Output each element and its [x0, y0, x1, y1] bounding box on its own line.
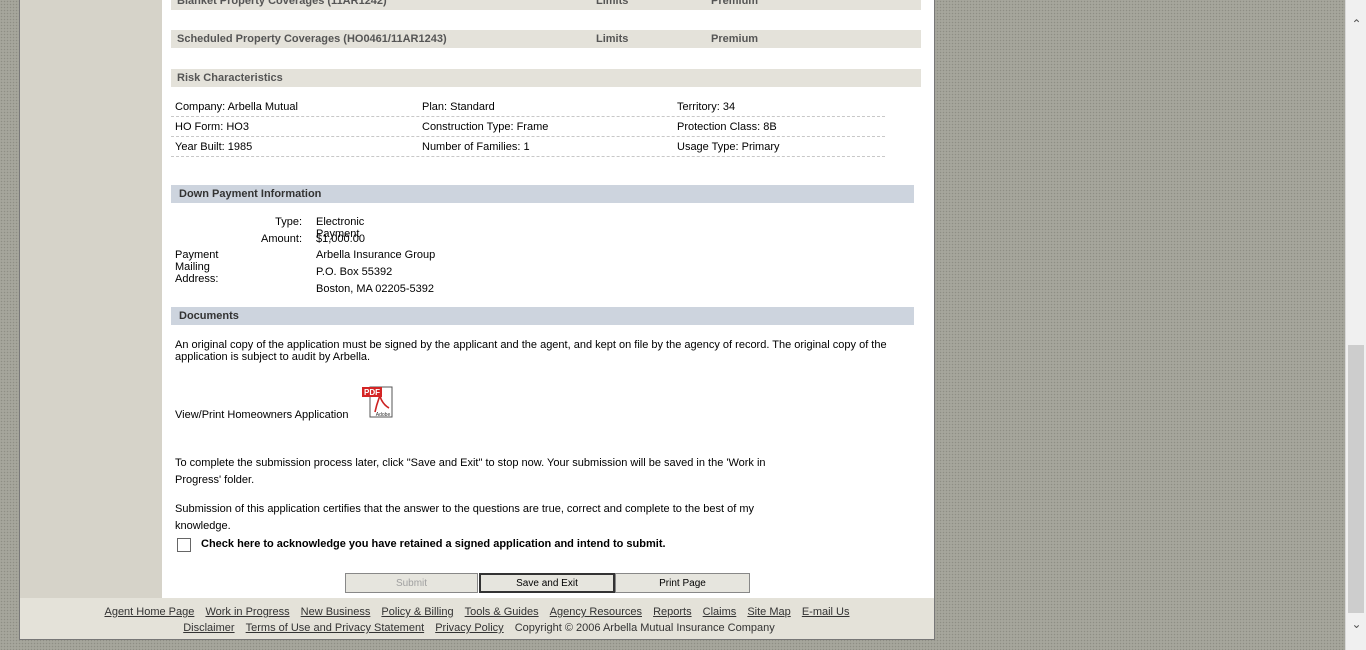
content-area: Blanket Property Coverages (11AR1242) Li… [171, 0, 923, 598]
scheduled-premium-label: Premium [711, 33, 759, 45]
main-page: Blanket Property Coverages (11AR1242) Li… [19, 0, 935, 640]
certification-note: Submission of this application certifies… [175, 503, 755, 532]
pdf-icon[interactable]: PDF Adobe [362, 386, 394, 418]
risk-cell: Year Built: 1985 [175, 141, 253, 153]
risk-cell: Territory: 34 [677, 101, 736, 113]
risk-cell: Plan: Standard [422, 101, 495, 113]
print-page-button[interactable]: Print Page [615, 573, 750, 593]
view-print-application-label[interactable]: View/Print Homeowners Application [175, 409, 348, 421]
footer-link-tools-guides[interactable]: Tools & Guides [465, 606, 539, 618]
pdf-icon-label: PDF [364, 388, 380, 397]
blanket-limits-label: Limits [596, 0, 629, 7]
documents-header: Documents [171, 307, 914, 325]
scheduled-limits-label: Limits [596, 33, 629, 45]
save-and-exit-button[interactable]: Save and Exit [479, 573, 615, 593]
footer-nav-primary: Agent Home Page Work in Progress New Bus… [20, 606, 934, 618]
risk-characteristics-table: Company: Arbella Mutual Plan: Standard T… [171, 97, 885, 157]
footer-link-disclaimer[interactable]: Disclaimer [183, 622, 234, 634]
footer-link-policy-billing[interactable]: Policy & Billing [381, 606, 453, 618]
risk-cell: Construction Type: Frame [422, 121, 549, 133]
footer-link-work-in-progress[interactable]: Work in Progress [205, 606, 289, 618]
payment-amount-value: $1,000.00 [316, 233, 365, 245]
risk-characteristics-header: Risk Characteristics [171, 69, 921, 87]
mailing-address-line: P.O. Box 55392 [316, 266, 393, 278]
footer-link-site-map[interactable]: Site Map [747, 606, 790, 618]
footer-link-email-us[interactable]: E-mail Us [802, 606, 850, 618]
payment-type-label: Type: [275, 216, 302, 228]
scheduled-coverages-header: Scheduled Property Coverages (HO0461/11A… [171, 30, 921, 48]
documents-title: Documents [179, 310, 239, 322]
down-payment-title: Down Payment Information [179, 188, 322, 200]
footer-link-privacy-policy[interactable]: Privacy Policy [435, 622, 503, 634]
vertical-scrollbar[interactable]: ⌃ ⌄ [1345, 0, 1366, 650]
mailing-address-line: Boston, MA 02205-5392 [316, 283, 435, 295]
risk-cell: Company: Arbella Mutual [175, 101, 298, 113]
down-payment-header: Down Payment Information [171, 185, 914, 203]
risk-cell: Protection Class: 8B [677, 121, 777, 133]
footer-link-agent-home[interactable]: Agent Home Page [104, 606, 194, 618]
scrollbar-thumb[interactable] [1348, 345, 1364, 613]
footer-nav-secondary: Disclaimer Terms of Use and Privacy Stat… [20, 622, 934, 634]
blanket-coverages-header: Blanket Property Coverages (11AR1242) Li… [171, 0, 921, 10]
footer-link-reports[interactable]: Reports [653, 606, 692, 618]
blanket-coverages-title: Blanket Property Coverages (11AR1242) [177, 0, 387, 7]
save-exit-note: To complete the submission process later… [175, 457, 766, 486]
footer: Agent Home Page Work in Progress New Bus… [20, 598, 934, 639]
acknowledge-label: Check here to acknowledge you have retai… [201, 538, 666, 550]
submit-button[interactable]: Submit [345, 573, 478, 593]
risk-row: HO Form: HO3 Construction Type: Frame Pr… [171, 117, 885, 137]
acknowledge-checkbox[interactable] [177, 538, 191, 552]
risk-cell: HO Form: HO3 [175, 121, 249, 133]
left-sidebar-panel [20, 0, 162, 598]
footer-link-agency-resources[interactable]: Agency Resources [550, 606, 642, 618]
footer-link-terms[interactable]: Terms of Use and Privacy Statement [246, 622, 425, 634]
mailing-address-line: Arbella Insurance Group [316, 249, 436, 261]
footer-link-new-business[interactable]: New Business [301, 606, 371, 618]
scroll-up-arrow-icon[interactable]: ⌃ [1346, 14, 1366, 34]
scheduled-coverages-title: Scheduled Property Coverages (HO0461/11A… [177, 33, 447, 45]
signature-notice: An original copy of the application must… [175, 339, 887, 363]
pdf-icon-sublabel: Adobe [376, 412, 391, 418]
blanket-premium-label: Premium [711, 0, 759, 7]
scroll-down-arrow-icon[interactable]: ⌄ [1346, 614, 1366, 634]
footer-link-claims[interactable]: Claims [703, 606, 737, 618]
risk-cell: Number of Families: 1 [422, 141, 530, 153]
risk-row: Year Built: 1985 Number of Families: 1 U… [171, 137, 885, 157]
payment-amount-label: Amount: [261, 233, 302, 245]
copyright-text: Copyright © 2006 Arbella Mutual Insuranc… [514, 622, 775, 634]
risk-characteristics-title: Risk Characteristics [177, 72, 283, 84]
mailing-address-label: Payment Mailing Address: [175, 249, 219, 285]
risk-row: Company: Arbella Mutual Plan: Standard T… [171, 97, 885, 117]
risk-cell: Usage Type: Primary [677, 141, 780, 153]
